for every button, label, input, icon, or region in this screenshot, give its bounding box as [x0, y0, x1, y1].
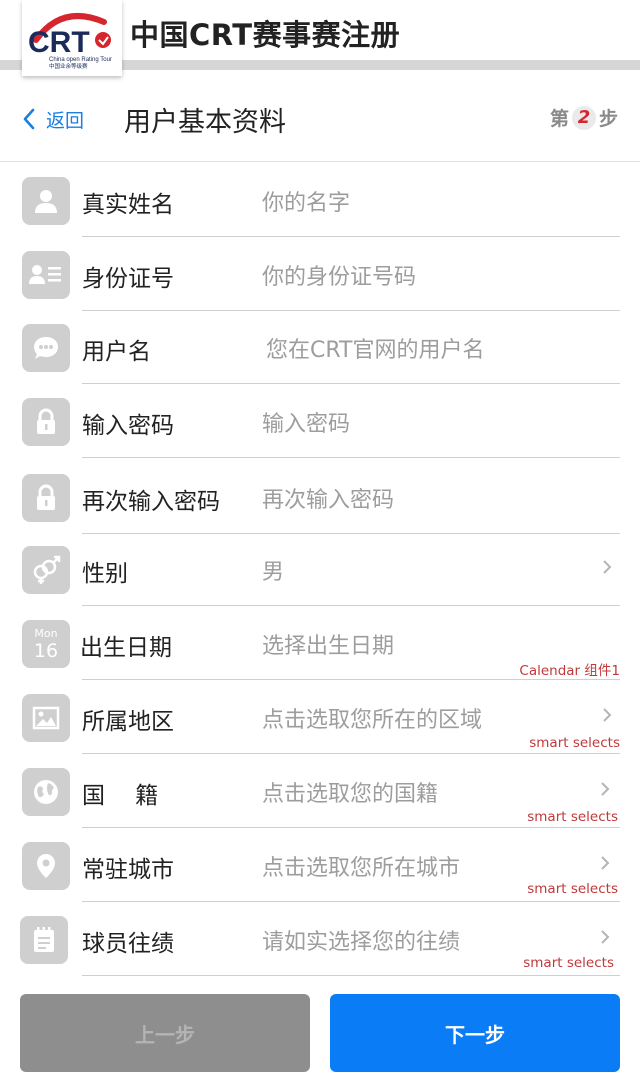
- calendar-icon: Mon 16: [22, 620, 70, 668]
- lock-icon: [22, 474, 70, 522]
- username-label: 用户名: [82, 339, 151, 365]
- nationality-label: 国 籍: [82, 783, 159, 809]
- prev-step-button[interactable]: 上一步: [20, 994, 310, 1072]
- birth-date-label: 出生日期: [80, 635, 172, 661]
- form-row-real-name[interactable]: 真实姓名 你的名字: [0, 163, 640, 237]
- id-number-input[interactable]: 你的身份证号码: [262, 259, 416, 291]
- region-label: 所属地区: [82, 709, 174, 735]
- page-title: 用户基本资料: [124, 107, 286, 138]
- real-name-label: 真实姓名: [82, 192, 174, 218]
- gender-label: 性别: [82, 561, 128, 587]
- component-note: smart selects: [527, 809, 618, 825]
- row-divider: [82, 975, 620, 976]
- globe-icon: [22, 768, 70, 816]
- crt-logo: CRT China open Rating Tour 中国业余等级赛: [22, 0, 122, 76]
- record-label: 球员往绩: [82, 931, 174, 957]
- component-note: smart selects: [523, 955, 614, 971]
- password-label: 输入密码: [82, 413, 174, 439]
- step-prefix: 第: [550, 108, 570, 130]
- app-header: CRT China open Rating Tour 中国业余等级赛 中国CRT…: [0, 0, 640, 76]
- form-row-gender[interactable]: 性别 男: [0, 532, 640, 606]
- chevron-right-icon: [603, 708, 612, 722]
- id-number-label: 身份证号: [82, 266, 174, 292]
- nav-bar: 返回 用户基本资料 第 2 步: [0, 76, 640, 162]
- person-icon: [22, 177, 70, 225]
- chevron-right-icon: [601, 930, 610, 944]
- chevron-right-icon: [601, 782, 610, 796]
- form-row-nationality[interactable]: 国 籍 点击选取您的国籍 smart selects: [0, 754, 640, 828]
- city-label: 常驻城市: [82, 857, 174, 883]
- confirm-password-input[interactable]: 再次输入密码: [262, 482, 394, 514]
- logo-subtitle-cn: 中国业余等级赛: [49, 62, 88, 70]
- nationality-select[interactable]: 点击选取您的国籍: [262, 776, 438, 808]
- form-row-confirm-password[interactable]: 再次输入密码 再次输入密码: [0, 460, 640, 534]
- step-indicator: 第 2 步: [550, 104, 618, 131]
- chevron-right-icon: [603, 560, 612, 574]
- confirm-password-label: 再次输入密码: [82, 489, 220, 515]
- calendar-month: Mon: [34, 627, 58, 640]
- chevron-right-icon: [601, 856, 610, 870]
- record-select[interactable]: 请如实选择您的往绩: [262, 924, 460, 956]
- region-select[interactable]: 点击选取您所在的区域: [262, 702, 482, 734]
- form-row-password[interactable]: 输入密码 输入密码: [0, 384, 640, 458]
- step-number: 2: [572, 105, 597, 130]
- gender-select-value[interactable]: 男: [262, 554, 284, 586]
- step-suffix: 步: [599, 108, 619, 130]
- back-label: 返回: [46, 109, 85, 132]
- row-divider: [82, 457, 620, 458]
- chat-bubble-icon: [22, 324, 70, 372]
- lock-icon: [22, 398, 70, 446]
- city-select[interactable]: 点击选取您所在城市: [262, 850, 460, 882]
- logo-subtitle: China open Rating Tour: [49, 57, 112, 63]
- form-row-id-number[interactable]: 身份证号 你的身份证号码: [0, 237, 640, 311]
- notepad-icon: [20, 916, 68, 964]
- image-icon: [22, 694, 70, 742]
- username-input[interactable]: 您在CRT官网的用户名: [266, 332, 485, 364]
- birth-date-picker[interactable]: 选择出生日期: [262, 628, 394, 660]
- id-card-icon: [22, 251, 70, 299]
- app-title: 中国CRT赛事赛注册: [130, 18, 401, 52]
- gender-icon: [22, 546, 70, 594]
- chevron-left-icon: [23, 108, 35, 130]
- form-row-city[interactable]: 常驻城市 点击选取您所在城市 smart selects: [0, 828, 640, 902]
- password-input[interactable]: 输入密码: [262, 406, 350, 438]
- location-pin-icon: [22, 842, 70, 890]
- component-note: smart selects: [529, 735, 620, 751]
- form-row-region[interactable]: 所属地区 点击选取您所在的区域 smart selects: [0, 680, 640, 754]
- component-note: smart selects: [527, 881, 618, 897]
- component-note: Calendar 组件1: [519, 663, 620, 679]
- real-name-input[interactable]: 你的名字: [262, 185, 350, 217]
- form-row-birth-date[interactable]: Mon 16 出生日期 选择出生日期 Calendar 组件1: [0, 606, 640, 680]
- calendar-day: 16: [33, 640, 59, 662]
- logo-text: CRT: [28, 26, 90, 59]
- back-button[interactable]: 返回: [22, 104, 84, 134]
- form-row-record[interactable]: 球员往绩 请如实选择您的往绩 smart selects: [0, 902, 640, 976]
- form-row-username[interactable]: 用户名 您在CRT官网的用户名: [0, 310, 640, 384]
- next-step-button[interactable]: 下一步: [330, 994, 620, 1072]
